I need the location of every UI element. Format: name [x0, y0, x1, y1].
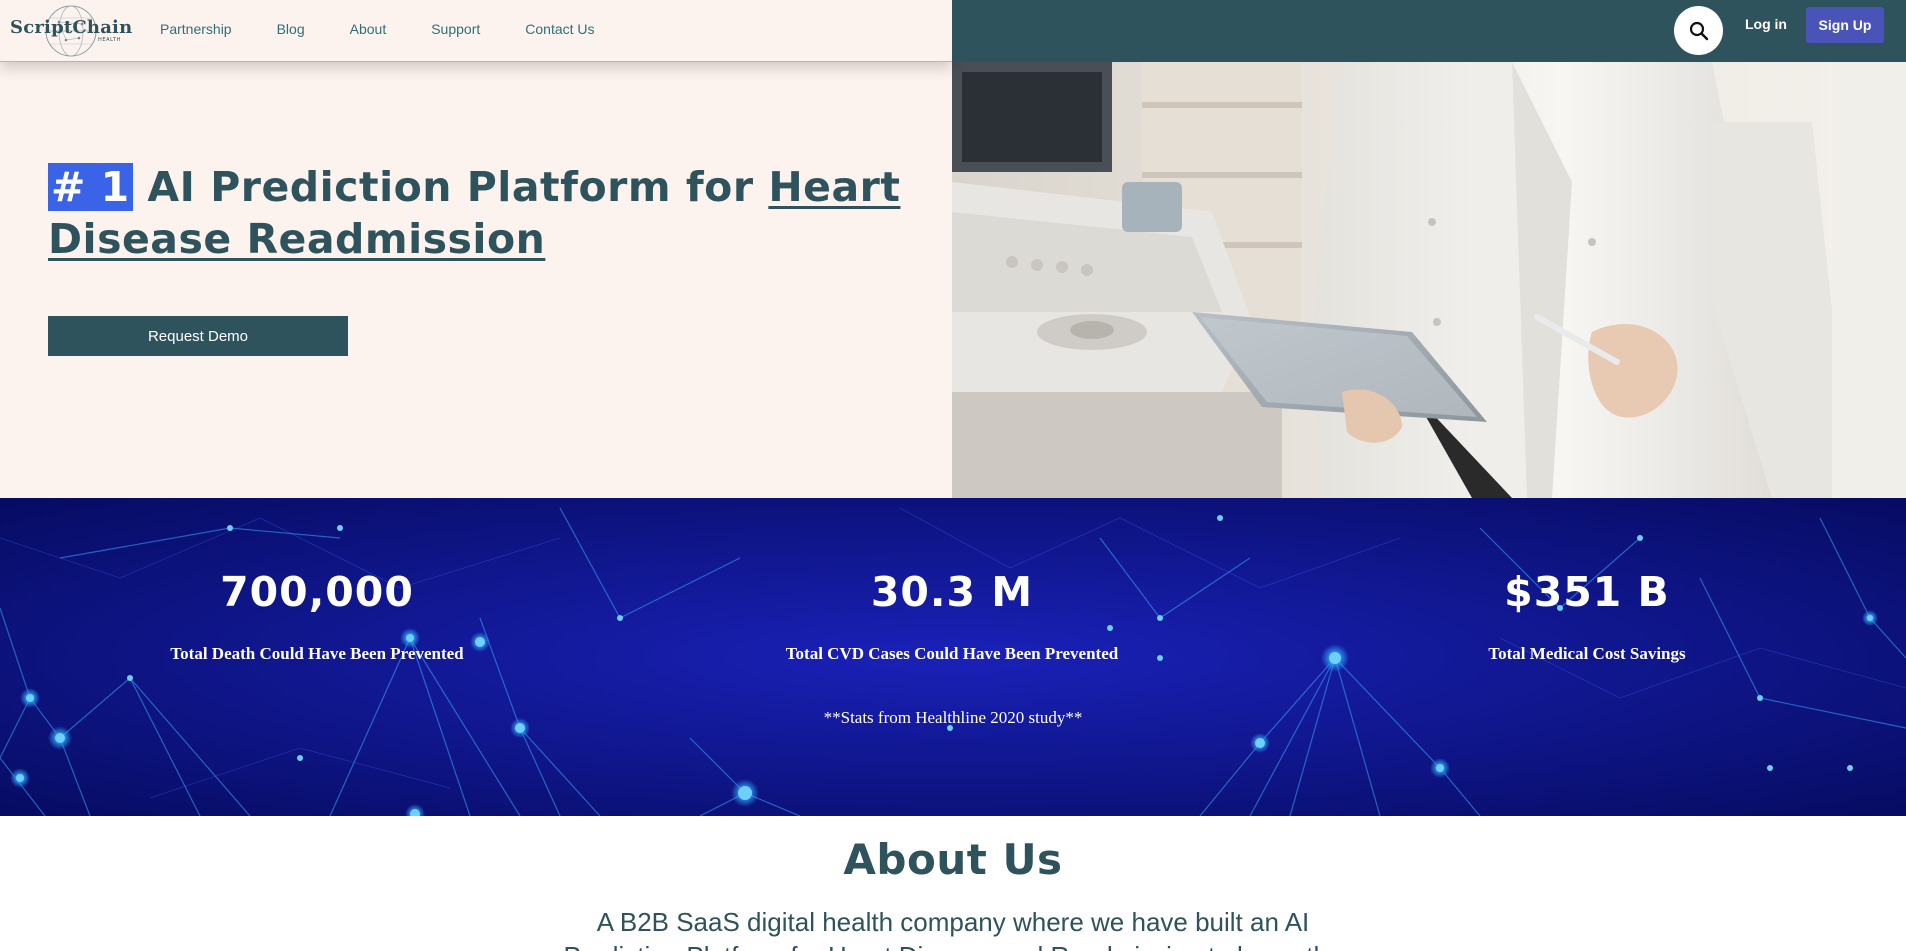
- hero-image-doctor-with-tablet: [952, 62, 1906, 498]
- nav-link-contact-us[interactable]: Contact Us: [525, 21, 594, 37]
- hero-title: # 1 AI Prediction Platform for Heart Dis…: [48, 161, 948, 265]
- login-link[interactable]: Log in: [1745, 16, 1787, 32]
- logo[interactable]: ScriptChain HEALTH: [10, 4, 132, 58]
- stat-label-deaths: Total Death Could Have Been Prevented: [170, 644, 464, 663]
- stat-value-deaths: 700,000: [220, 568, 414, 616]
- main-nav: Partnership Blog About Support Contact U…: [160, 21, 640, 37]
- stat-value-cost-savings: $351 B: [1504, 568, 1670, 616]
- about-text-part1: A B2B SaaS digital health company where …: [596, 907, 1310, 937]
- about-text-part2: to lower the: [1201, 941, 1342, 951]
- signup-button[interactable]: Sign Up: [1806, 7, 1884, 43]
- stats-source-note: **Stats from Healthline 2020 study**: [823, 708, 1083, 727]
- top-navbar: ScriptChain HEALTH Partnership Blog Abou…: [0, 0, 952, 62]
- search-icon: [1689, 21, 1708, 40]
- about-description: A B2B SaaS digital health company where …: [553, 905, 1353, 951]
- request-demo-button[interactable]: Request Demo: [48, 316, 348, 356]
- nav-link-about[interactable]: About: [350, 21, 387, 37]
- nav-link-blog[interactable]: Blog: [277, 21, 305, 37]
- stat-label-cvd-cases: Total CVD Cases Could Have Been Prevente…: [785, 644, 1119, 663]
- stats-section: 700,000 Total Death Could Have Been Prev…: [0, 498, 1906, 816]
- about-title: About Us: [843, 835, 1063, 884]
- nav-link-support[interactable]: Support: [431, 21, 480, 37]
- logo-wordmark: ScriptChain: [10, 17, 133, 38]
- nav-link-partnership[interactable]: Partnership: [160, 21, 232, 37]
- hero-title-highlight: # 1: [48, 163, 133, 211]
- stat-value-cvd-cases: 30.3 M: [870, 568, 1034, 616]
- hero-section: [0, 62, 952, 498]
- hero-photo-illustration: [952, 62, 1906, 498]
- logo-tagline: HEALTH: [98, 37, 121, 43]
- stat-label-cost-savings: Total Medical Cost Savings: [1488, 644, 1686, 663]
- about-text-link[interactable]: Prediction Platform for Heart Disease an…: [564, 941, 1201, 951]
- search-button[interactable]: [1674, 6, 1723, 55]
- hero-title-middle: AI Prediction Platform for: [132, 163, 769, 211]
